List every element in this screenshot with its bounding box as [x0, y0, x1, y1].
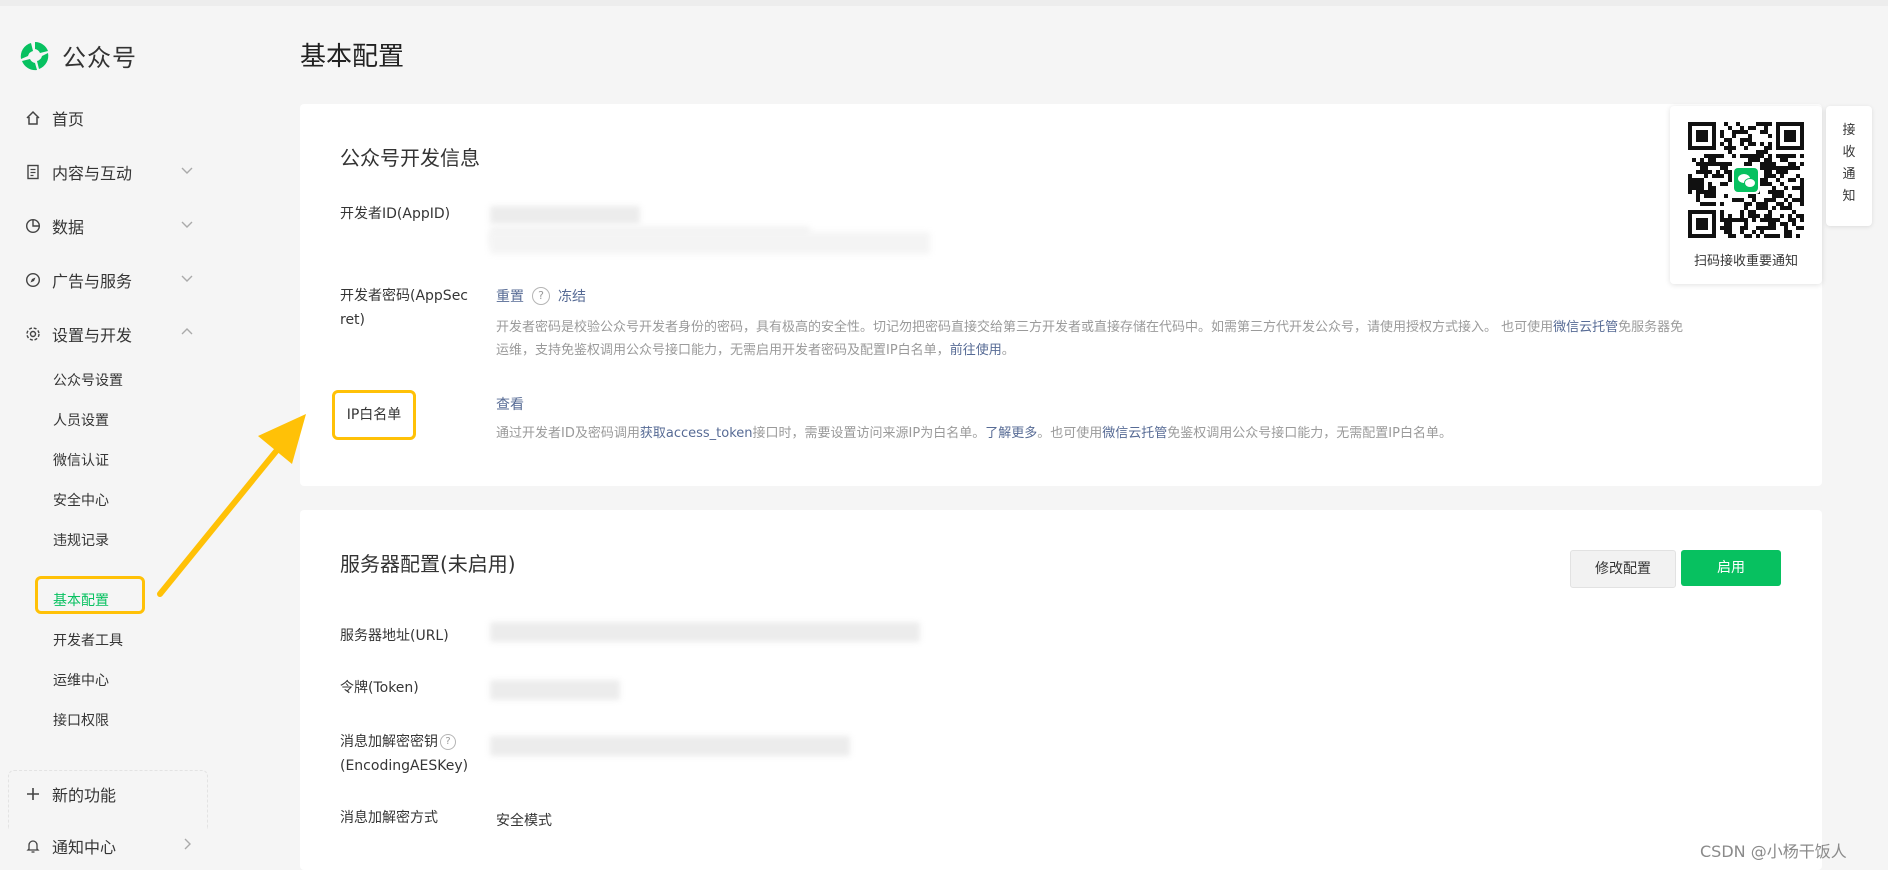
- aes-key-label-line1: 消息加解密密钥 ?: [340, 730, 472, 754]
- dev-info-card: 公众号开发信息 开发者ID(AppID) 开发者密码(AppSec ret) 重…: [300, 104, 1822, 486]
- document-icon: [24, 163, 42, 181]
- sidebar-item-staff-settings[interactable]: 人员设置: [53, 410, 109, 430]
- nav-settings[interactable]: 设置与开发: [24, 322, 194, 346]
- appid-label: 开发者ID(AppID): [340, 206, 451, 222]
- ip-desc-text-4: 免鉴权调用公众号接口能力，无需配置IP白名单。: [1167, 426, 1452, 441]
- ip-view-wrap: 查看: [496, 394, 524, 414]
- sidebar: 公众号 首页 内容与互动 数据 广告与服务 设置与开发 公众号设置 人员设置 微…: [0, 6, 248, 870]
- token-label: 令牌(Token): [340, 680, 419, 696]
- aes-key-label-line2: (EncodingAESKey): [340, 758, 469, 774]
- server-config-card: 服务器配置(未启用) 修改配置 启用 服务器地址(URL) 令牌(Token) …: [300, 510, 1822, 870]
- secret-desc-end: 。: [1001, 343, 1015, 358]
- go-use-link[interactable]: 前往使用: [950, 343, 1002, 358]
- nav-ads[interactable]: 广告与服务: [24, 268, 194, 292]
- wechat-cloud-link-2[interactable]: 微信云托管: [1102, 426, 1167, 441]
- sidebar-item-ops-center[interactable]: 运维中心: [53, 670, 109, 690]
- ip-view-link[interactable]: 查看: [496, 397, 524, 413]
- page-title: 基本配置: [300, 42, 405, 72]
- learn-more-link[interactable]: 了解更多: [985, 426, 1037, 441]
- ip-whitelist-label: IP白名单: [332, 390, 416, 440]
- secret-desc-text-3: 运维，支持免鉴权调用公众号接口能力，无需启用开发者密码及配置IP白名单，: [496, 343, 950, 358]
- secret-desc-text-2: 免服务器免: [1618, 320, 1684, 335]
- secret-desc-text-1: 开发者密码是校验公众号开发者身份的密码，具有极高的安全性。切记勿把密码直接交给第…: [496, 320, 1554, 335]
- help-icon[interactable]: ?: [440, 734, 456, 750]
- wechat-cloud-link[interactable]: 微信云托管: [1553, 320, 1618, 335]
- nav-home-label: 首页: [52, 110, 85, 129]
- notify-char: 知: [1842, 189, 1856, 204]
- wechat-icon: [1732, 166, 1760, 194]
- access-token-link[interactable]: 获取access_token: [640, 426, 753, 441]
- qr-card: 扫码接收重要通知: [1670, 106, 1822, 284]
- qr-caption: 扫码接收重要通知: [1693, 254, 1798, 269]
- top-border: [0, 0, 1888, 6]
- sidebar-item-violations[interactable]: 违规记录: [53, 530, 109, 550]
- chevron-down-icon: [180, 216, 194, 230]
- receive-notify-label: 接 收 通 知: [1842, 120, 1856, 208]
- server-config-title: 服务器配置(未启用): [340, 552, 516, 576]
- appid-value-redacted-3: [490, 232, 930, 254]
- bell-icon: [24, 837, 42, 855]
- ip-desc-text-1: 通过开发者ID及密码调用: [496, 426, 640, 441]
- secret-description: 开发者密码是校验公众号开发者身份的密码，具有极高的安全性。切记勿把密码直接交给第…: [496, 316, 1786, 362]
- token-value-redacted: [490, 680, 620, 700]
- dev-info-title: 公众号开发信息: [340, 146, 480, 170]
- reset-secret-link[interactable]: 重置: [496, 286, 524, 306]
- plus-icon: [24, 785, 42, 803]
- nav-new-features-label: 新的功能: [52, 786, 117, 805]
- nav-content[interactable]: 内容与互动: [24, 160, 194, 184]
- receive-notify-tab[interactable]: 接 收 通 知: [1826, 106, 1872, 226]
- modify-config-button[interactable]: 修改配置: [1570, 550, 1676, 588]
- nav-notify-center[interactable]: 通知中心: [24, 834, 194, 858]
- gear-icon: [24, 325, 42, 343]
- ip-desc-text-3: 。也可使用: [1037, 426, 1103, 441]
- nav-notify-center-label: 通知中心: [52, 838, 117, 857]
- server-url-value-redacted: [490, 622, 920, 642]
- sidebar-item-security-center[interactable]: 安全中心: [53, 490, 109, 510]
- wechat-mp-logo-icon: [18, 39, 52, 73]
- nav-home[interactable]: 首页: [24, 106, 194, 130]
- home-icon: [24, 109, 42, 127]
- encryption-mode-label: 消息加解密方式: [340, 810, 438, 826]
- notify-char: 接: [1842, 123, 1856, 138]
- nav-data[interactable]: 数据: [24, 214, 194, 238]
- sidebar-item-dev-tools[interactable]: 开发者工具: [53, 630, 123, 650]
- help-icon[interactable]: ?: [532, 287, 550, 305]
- compass-icon: [24, 271, 42, 289]
- aes-key-label-text: 消息加解密密钥: [340, 734, 438, 750]
- pie-chart-icon: [24, 217, 42, 235]
- sidebar-item-api-permissions[interactable]: 接口权限: [53, 710, 109, 730]
- aes-key-label: 消息加解密密钥 ? (EncodingAESKey): [340, 730, 472, 778]
- nav-settings-label: 设置与开发: [52, 326, 133, 345]
- chevron-right-icon: [180, 836, 194, 850]
- nav-content-label: 内容与互动: [52, 164, 133, 183]
- ip-description: 通过开发者ID及密码调用获取access_token接口时，需要设置访问来源IP…: [496, 422, 1786, 445]
- freeze-secret-link[interactable]: 冻结: [558, 286, 586, 306]
- chevron-down-icon: [180, 270, 194, 284]
- nav-new-features[interactable]: 新的功能: [24, 782, 194, 806]
- aes-key-value-redacted: [490, 736, 850, 756]
- secret-actions: 重置 ? 冻结: [496, 286, 586, 306]
- secret-label-line1: 开发者密码(AppSec: [340, 288, 469, 304]
- sidebar-item-account-settings[interactable]: 公众号设置: [53, 370, 123, 390]
- logo[interactable]: 公众号: [18, 38, 137, 73]
- appid-value-redacted: [490, 206, 640, 224]
- nav-data-label: 数据: [52, 218, 85, 237]
- ip-desc-text-2: 接口时，需要设置访问来源IP为白名单。: [752, 426, 986, 441]
- chevron-down-icon: [180, 162, 194, 176]
- watermark: CSDN @小杨干饭人: [1700, 842, 1847, 861]
- sidebar-item-wechat-verify[interactable]: 微信认证: [53, 450, 109, 470]
- encryption-mode-value: 安全模式: [496, 813, 552, 829]
- enable-button[interactable]: 启用: [1681, 550, 1781, 586]
- secret-label: 开发者密码(AppSec ret): [340, 284, 468, 332]
- nav-ads-label: 广告与服务: [52, 272, 133, 291]
- logo-text: 公众号: [62, 44, 137, 72]
- secret-label-line2: ret): [340, 312, 366, 328]
- server-url-label: 服务器地址(URL): [340, 628, 449, 644]
- highlight-basic-config: [35, 576, 145, 614]
- chevron-up-icon: [180, 324, 194, 338]
- notify-char: 收: [1842, 145, 1856, 160]
- notify-char: 通: [1842, 167, 1856, 182]
